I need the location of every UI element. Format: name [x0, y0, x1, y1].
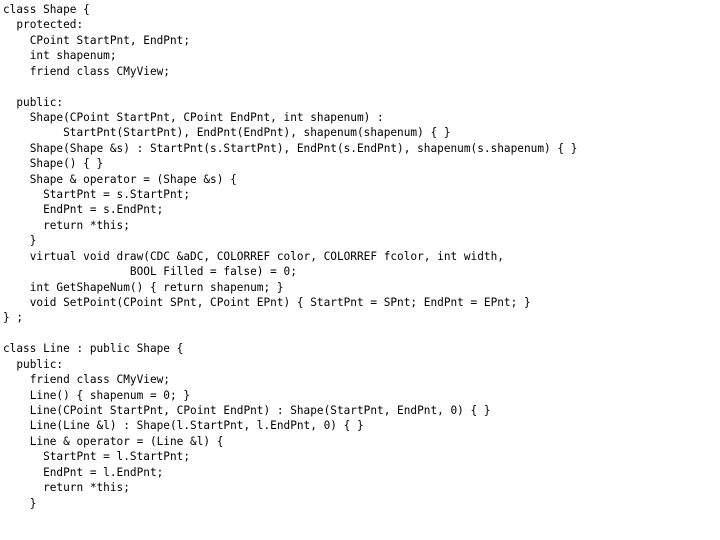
code-line: EndPnt = s.EndPnt;	[3, 203, 164, 217]
code-line: int shapenum;	[3, 49, 117, 63]
code-line: friend class CMyView;	[3, 64, 170, 78]
code-line: EndPnt = l.EndPnt;	[3, 465, 164, 479]
code-line: StartPnt = l.StartPnt;	[3, 450, 191, 464]
code-line: Shape(Shape &s) : StartPnt(s.StartPnt), …	[3, 141, 578, 155]
code-line: virtual void draw(CDC &aDC, COLORREF col…	[3, 249, 504, 263]
code-listing: class Shape { protected: CPoint StartPnt…	[3, 2, 717, 511]
code-line: BOOL Filled = false) = 0;	[3, 265, 297, 279]
code-line: StartPnt = s.StartPnt;	[3, 188, 191, 202]
code-line: int GetShapeNum() { return shapenum; }	[3, 280, 284, 294]
code-line: Shape & operator = (Shape &s) {	[3, 172, 237, 186]
code-line: Line(CPoint StartPnt, CPoint EndPnt) : S…	[3, 403, 491, 417]
code-line: class Shape {	[3, 3, 90, 16]
code-line: protected:	[3, 18, 84, 32]
code-line: friend class CMyView;	[3, 373, 170, 387]
code-line: void SetPoint(CPoint SPnt, CPoint EPnt) …	[3, 296, 531, 310]
code-line: Line & operator = (Line &l) {	[3, 434, 224, 448]
code-line: Line(Line &l) : Shape(l.StartPnt, l.EndP…	[3, 419, 364, 433]
code-line: return *this;	[3, 481, 130, 495]
code-line: CPoint StartPnt, EndPnt;	[3, 33, 191, 47]
code-line: return *this;	[3, 218, 130, 232]
code-line: StartPnt(StartPnt), EndPnt(EndPnt), shap…	[3, 126, 451, 140]
code-line: public:	[3, 357, 64, 371]
code-line: Shape() { }	[3, 157, 104, 171]
code-line: public:	[3, 95, 64, 109]
code-line: Line() { shapenum = 0; }	[3, 388, 191, 402]
code-line: Shape(CPoint StartPnt, CPoint EndPnt, in…	[3, 110, 384, 124]
code-line: class Line : public Shape {	[3, 342, 184, 356]
code-line: }	[3, 496, 37, 510]
code-line: } ;	[3, 311, 24, 325]
code-line: }	[3, 234, 37, 248]
